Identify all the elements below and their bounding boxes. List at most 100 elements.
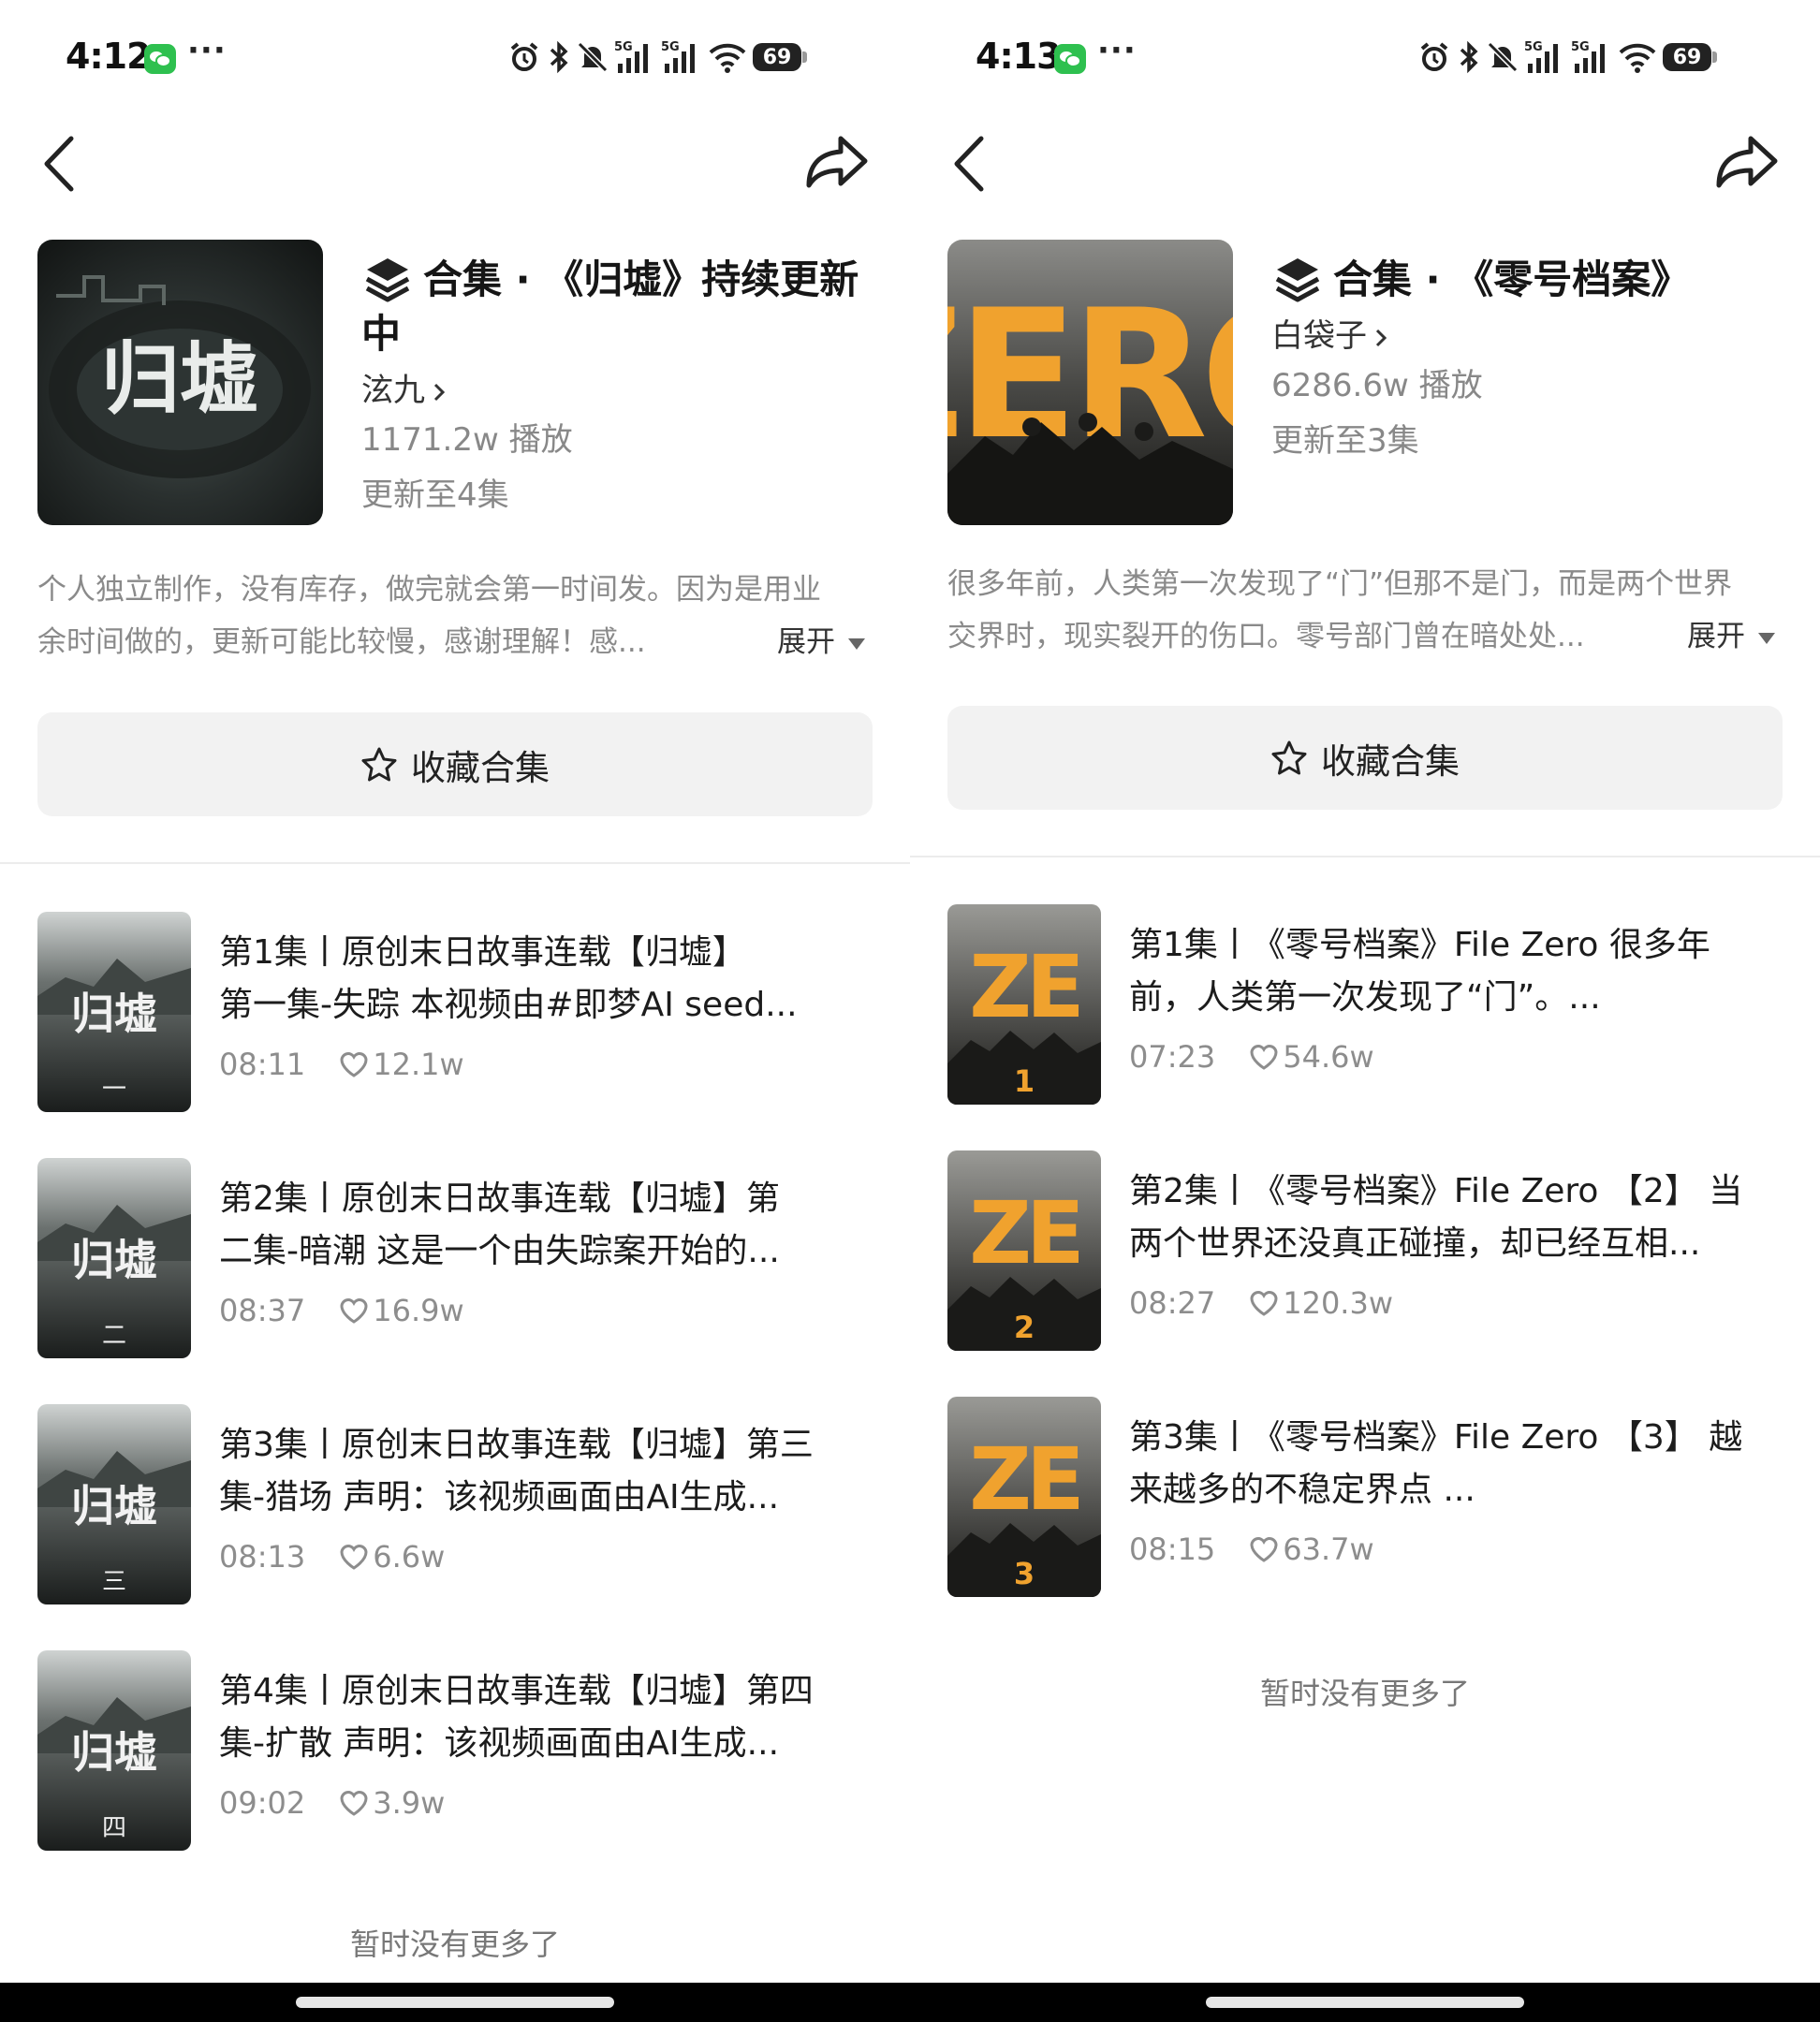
svg-text:3: 3 [1014, 1556, 1035, 1591]
mute-icon [577, 41, 609, 73]
episode-duration: 07:23 [1129, 1039, 1216, 1075]
episode-item[interactable]: ZE 3 第3集丨《零号档案》File Zero 【3】 越来越多的不稳定界点 .… [947, 1397, 1790, 1597]
caret-down-icon [1758, 632, 1775, 644]
svg-text:ZE: ZE [969, 1183, 1079, 1283]
section-divider [910, 856, 1820, 857]
episode-thumbnail: 归墟一 [37, 912, 191, 1112]
heart-icon [1250, 1045, 1278, 1070]
heart-icon [1250, 1537, 1278, 1562]
episode-meta: 08:27 120.3w [1129, 1285, 1393, 1321]
alarm-icon [1420, 42, 1448, 71]
episode-thumbnail: 归墟四 [37, 1650, 191, 1851]
heart-icon [340, 1052, 368, 1077]
screen-right: 4:13 ··· 5G 5G 69 ZERO 合集 · 《零号档案》 白袋子 6… [910, 0, 1820, 1983]
star-icon [1271, 740, 1307, 774]
episode-title: 第2集丨《零号档案》File Zero 【2】 当两个世界还没真正碰撞，却已经互… [1129, 1172, 1743, 1263]
status-time: 4:12 [66, 36, 152, 77]
favorite-collection-button[interactable]: 收藏合集 [947, 706, 1783, 810]
update-status: 更新至4集 [361, 476, 509, 514]
episode-likes: 12.1w [373, 1047, 464, 1082]
cover-title-text: 归墟 [101, 332, 258, 425]
heart-icon [340, 1545, 368, 1570]
heart-icon [1250, 1291, 1278, 1316]
episode-item[interactable]: 归墟四 第4集丨原创末日故事连载【归墟】第四 集-扩散 声明：该视频画面由AI生成… [37, 1650, 880, 1851]
signal-5g-icon-2: 5G [1571, 40, 1605, 73]
episode-title: 第2集丨原创末日故事连载【归墟】第 二集-暗潮 这是一个由失踪案开始的... [219, 1180, 780, 1270]
episode-thumbnail: ZE 3 [947, 1397, 1101, 1597]
chevron-right-icon [1375, 329, 1387, 346]
episode-item[interactable]: ZE 2 第2集丨《零号档案》File Zero 【2】 当两个世界还没真正碰撞，… [947, 1150, 1790, 1351]
svg-text:二: 二 [102, 1322, 126, 1350]
episode-meta: 08:37 16.9w [219, 1293, 464, 1328]
episode-item[interactable]: ZE 1 第1集丨《零号档案》File Zero 很多年 前，人类第一次发现了“门”… [947, 904, 1790, 1105]
episode-thumbnail: ZE 1 [947, 904, 1101, 1105]
layers-icon [365, 258, 410, 302]
svg-text:5G: 5G [661, 40, 680, 54]
favorite-collection-button[interactable]: 收藏合集 [37, 712, 873, 816]
episode-likes: 63.7w [1283, 1531, 1374, 1567]
expand-button[interactable]: 展开 [1687, 610, 1775, 663]
battery-icon: 69 [1663, 43, 1717, 71]
svg-text:2: 2 [1014, 1310, 1035, 1345]
home-indicator[interactable] [1206, 1997, 1524, 2008]
section-divider [0, 862, 910, 864]
episode-item[interactable]: 归墟二 第2集丨原创末日故事连载【归墟】第 二集-暗潮 这是一个由失踪案开始的..… [37, 1158, 880, 1358]
collection-cover[interactable]: 归墟 [37, 240, 323, 525]
screen-left: 4:12 ··· 5G 5G 69 归墟 合集 · 《归墟》持续更新中 泫九 1… [0, 0, 910, 1983]
author-link[interactable]: 泫九 [361, 367, 886, 414]
back-arrow-icon[interactable] [947, 133, 994, 195]
share-icon[interactable] [1713, 131, 1781, 193]
svg-text:四: 四 [102, 1814, 126, 1842]
mute-icon [1487, 41, 1519, 73]
episode-title: 第1集丨原创末日故事连载【归墟】 第一集-失踪 本视频由#即梦AI seed... [219, 933, 798, 1024]
wechat-notification-icon [144, 44, 176, 74]
svg-text:一: 一 [102, 1076, 126, 1104]
bluetooth-icon [550, 40, 568, 74]
episode-thumbnail: ZE 2 [947, 1150, 1101, 1351]
battery-icon: 69 [753, 43, 807, 71]
alarm-icon [510, 42, 538, 71]
svg-text:5G: 5G [614, 40, 633, 54]
collection-info: 合集 · 《归墟》持续更新中 泫九 1171.2w 播放 更新至4集 [361, 253, 886, 524]
svg-text:5G: 5G [1524, 40, 1543, 54]
more-notifications-icon: ··· [187, 32, 227, 69]
svg-text:5G: 5G [1571, 40, 1590, 54]
caret-down-icon [848, 637, 865, 650]
wifi-icon [1619, 43, 1656, 73]
play-count: 1171.2w 播放 [361, 421, 573, 459]
home-indicator[interactable] [296, 1997, 614, 2008]
episode-item[interactable]: 归墟一 第1集丨原创末日故事连载【归墟】 第一集-失踪 本视频由#即梦AI see… [37, 912, 880, 1112]
collection-cover[interactable]: ZERO [947, 240, 1233, 525]
share-icon[interactable] [803, 131, 871, 193]
svg-text:归墟: 归墟 [71, 1727, 157, 1778]
layers-icon [1275, 258, 1320, 302]
end-of-list-text: 暂时没有更多了 [1259, 1676, 1470, 1711]
signal-5g-icon-2: 5G [661, 40, 695, 73]
episode-likes: 16.9w [373, 1293, 464, 1328]
episode-meta: 07:23 54.6w [1129, 1039, 1374, 1075]
signal-5g-icon-1: 5G [614, 40, 648, 73]
update-status: 更新至3集 [1271, 422, 1419, 460]
back-arrow-icon[interactable] [37, 133, 84, 195]
episode-duration: 08:11 [219, 1047, 306, 1082]
signal-5g-icon-1: 5G [1524, 40, 1558, 73]
heart-icon [340, 1791, 368, 1816]
episode-duration: 08:13 [219, 1539, 306, 1575]
status-icons: 5G 5G 69 [507, 34, 807, 81]
episode-title: 第3集丨《零号档案》File Zero 【3】 越来越多的不稳定界点 ... [1129, 1418, 1743, 1509]
episode-likes: 3.9w [373, 1785, 446, 1821]
heart-icon [340, 1298, 368, 1324]
author-link[interactable]: 白袋子 [1271, 313, 1796, 359]
play-count: 6286.6w 播放 [1271, 367, 1483, 404]
svg-text:归墟: 归墟 [71, 1481, 157, 1531]
expand-button[interactable]: 展开 [777, 616, 865, 668]
wechat-notification-icon [1054, 44, 1086, 74]
svg-text:ZE: ZE [969, 1429, 1079, 1530]
status-time: 4:13 [976, 36, 1062, 77]
wifi-icon [709, 43, 746, 73]
episode-meta: 08:11 12.1w [219, 1047, 464, 1082]
episode-likes: 120.3w [1283, 1285, 1393, 1321]
episode-item[interactable]: 归墟三 第3集丨原创末日故事连载【归墟】第三 集-猎场 声明：该视频画面由AI生成… [37, 1404, 880, 1604]
status-bar: 4:13 ··· 5G 5G 69 [910, 26, 1820, 92]
svg-text:三: 三 [102, 1568, 126, 1596]
